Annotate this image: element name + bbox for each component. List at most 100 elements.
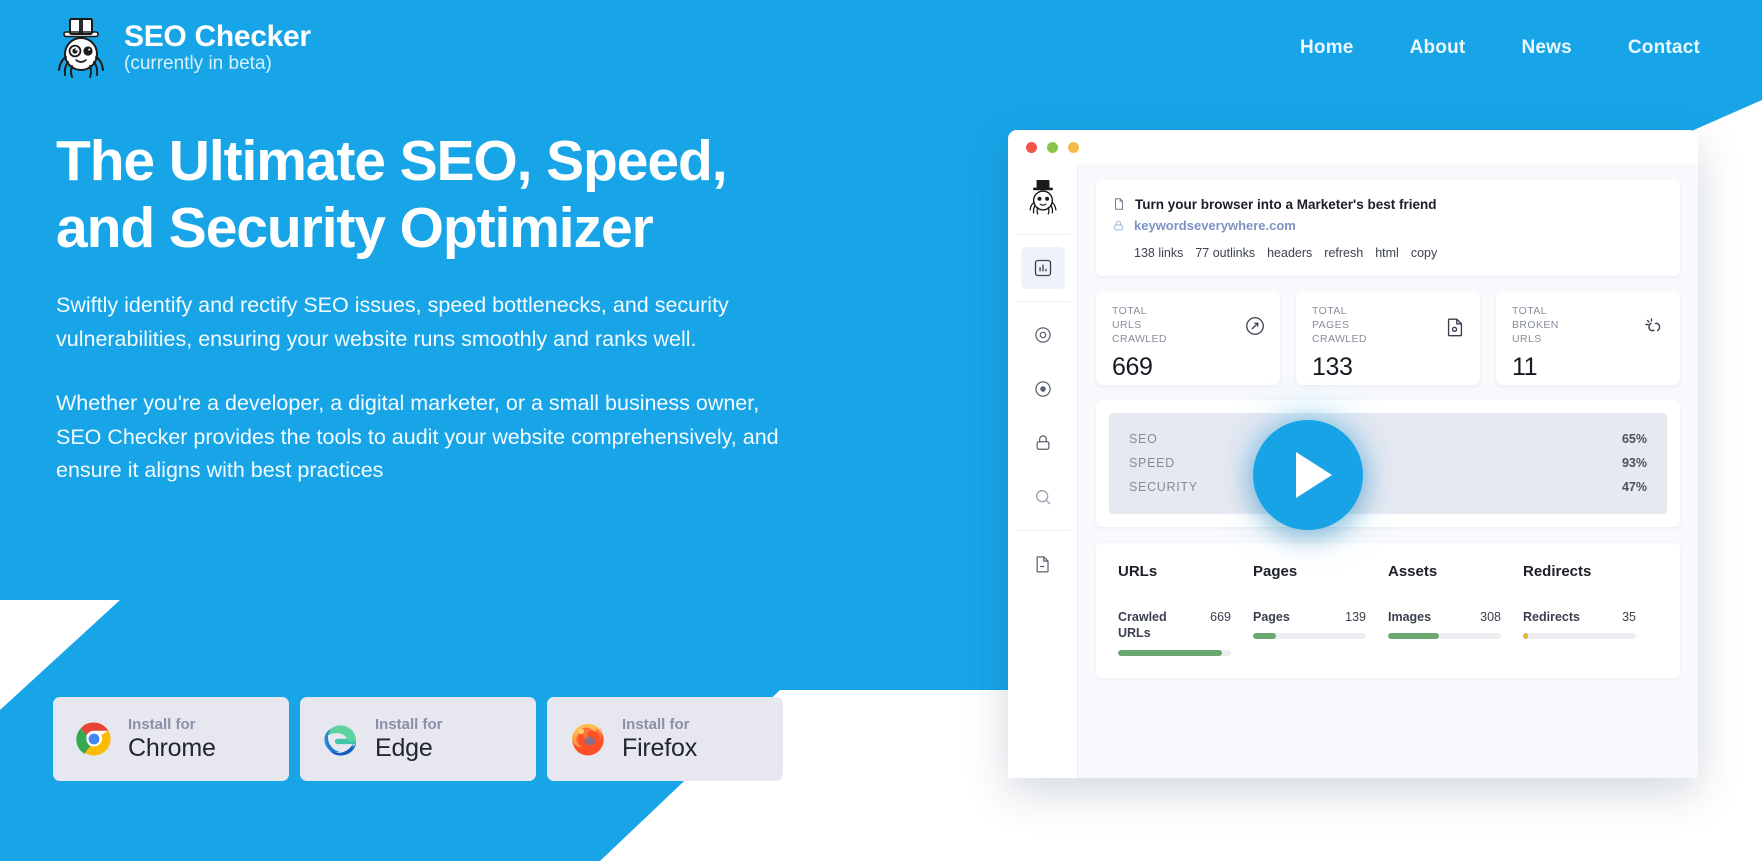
stat-card-total-broken-urls: TOTAL BROKEN URLS 11 [1496,291,1680,385]
stat-cards-row: TOTAL URLS CRAWLED 669 TOTAL PAGES CRAWLED [1096,291,1680,385]
breakdown-value-crawled-urls: 669 [1210,610,1231,624]
page-info-title: Turn your browser into a Marketer's best… [1135,196,1437,212]
window-close-dot[interactable] [1026,141,1037,153]
install-edge-prefix: Install for [375,715,443,733]
breakdown-header-urls: URLs [1118,563,1158,580]
spider-tophat-icon [58,17,104,78]
site-header: SEO Checker (currently in beta) Home Abo… [0,0,1762,95]
page-title: The Ultimate SEO, Speed, and Security Op… [56,128,856,261]
sidebar-item-search[interactable] [1021,476,1065,518]
meta-refresh[interactable]: refresh [1324,246,1363,260]
brand-logo[interactable]: SEO Checker (currently in beta) [52,17,311,79]
gauge-icon [1034,327,1051,343]
breakdown-item-pages: Pages 139 [1253,609,1388,656]
score-row-security: SECURITY 47% [1129,475,1647,499]
mockup-titlebar [1008,130,1698,164]
nav-item-contact[interactable]: Contact [1628,37,1700,59]
main-nav: Home About News Contact [1300,37,1700,59]
file-icon [1447,318,1463,337]
page-info-url-row[interactable]: keywordseverywhere.com [1112,218,1662,233]
breakdown-headers: URLs Pages Assets Redirects [1118,563,1658,581]
score-name-speed: SPEED [1129,456,1175,470]
sidebar-divider [1015,234,1070,235]
sidebar-divider [1015,301,1070,302]
mockup-content: Turn your browser into a Marketer's best… [1078,164,1698,778]
stat-value-total-urls-crawled: 669 [1112,352,1153,381]
breakdown-rows: Crawled URLs 669 Pages 139 Images 308 Re… [1118,609,1658,656]
brand-name: SEO Checker [124,20,311,53]
breakdown-name-redirects: Redirects [1523,610,1580,624]
scores-inner-panel: SEO 65% SPEED 93% SECURITY 47% [1109,413,1667,514]
breakdown-header-redirects: Redirects [1523,563,1592,580]
link-icon [1246,317,1264,335]
breakdown-header-pages: Pages [1253,563,1298,580]
breakdown-item-redirects: Redirects 35 [1523,609,1658,656]
play-icon [1295,452,1332,498]
hero-paragraph-1: Swiftly identify and rectify SEO issues,… [56,293,729,352]
lock-icon [1114,220,1123,231]
hero-title-line-2: and Security Optimizer [56,195,654,260]
sidebar-item-target[interactable] [1021,368,1065,410]
sidebar-item-chart[interactable] [1020,247,1065,289]
edge-icon [324,725,356,756]
meta-html[interactable]: html [1375,246,1399,260]
stat-card-total-urls-crawled: TOTAL URLS CRAWLED 669 [1096,291,1280,385]
breakdown-name-images: Images [1388,610,1432,624]
breakdown-bar-redirects [1523,633,1528,640]
install-firefox-button[interactable]: Install for Firefox [547,697,783,781]
score-name-security: SECURITY [1129,480,1198,494]
install-chrome-prefix: Install for [128,715,196,733]
breakdown-bar-images [1388,633,1439,640]
document-icon [1036,556,1049,573]
breakdown-item-images: Images 308 [1388,609,1523,656]
breakdown-name-crawled-urls: Crawled URLs [1118,610,1167,641]
page-info-url: keywordseverywhere.com [1134,218,1296,233]
nav-item-home[interactable]: Home [1300,37,1354,59]
install-edge-button[interactable]: Install for Edge [300,697,536,781]
sidebar-divider [1015,530,1070,531]
meta-headers[interactable]: headers [1267,246,1312,260]
install-chrome-label: Chrome [128,734,216,763]
sidebar-item-gauge[interactable] [1021,314,1065,356]
window-maximize-dot[interactable] [1068,141,1079,153]
window-minimize-dot[interactable] [1047,141,1058,153]
breakdown-card: URLs Pages Assets Redirects Crawled URLs… [1096,543,1680,678]
page-info-title-row: Turn your browser into a Marketer's best… [1112,196,1662,212]
video-play-button[interactable] [1253,420,1363,530]
brand-subtitle: (currently in beta) [124,53,272,74]
score-value-seo: 65% [1621,432,1647,446]
meta-copy[interactable]: copy [1411,246,1437,260]
target-icon [1034,381,1051,397]
page-root: SEO Checker (currently in beta) Home Abo… [0,0,1762,861]
stat-value-total-pages-crawled: 133 [1312,352,1353,381]
install-buttons: Install for Chrome Install for Edge Inst… [53,697,783,781]
breakdown-item-crawled-urls: Crawled URLs 669 [1118,609,1253,656]
page-icon [1115,198,1123,210]
stat-card-total-pages-crawled: TOTAL PAGES CRAWLED 133 [1296,291,1480,385]
bar-chart-icon [1034,259,1051,277]
score-value-speed: 93% [1621,456,1647,470]
breakdown-value-pages: 139 [1345,610,1366,624]
install-firefox-label: Firefox [622,734,698,763]
stat-label-total-pages-crawled: TOTAL PAGES CRAWLED [1312,305,1367,345]
score-row-speed: SPEED 93% [1129,451,1647,475]
search-icon [1035,490,1050,505]
nav-item-news[interactable]: News [1521,37,1571,59]
hero-title-line-1: The Ultimate SEO, Speed, [56,129,728,193]
stat-value-total-broken-urls: 11 [1512,352,1538,381]
install-chrome-button[interactable]: Install for Chrome [53,697,289,781]
sidebar-item-report[interactable] [1021,543,1065,585]
meta-links[interactable]: 138 links [1134,246,1183,260]
sidebar-item-security[interactable] [1021,422,1065,464]
hero-section: The Ultimate SEO, Speed, and Security Op… [56,128,856,488]
breakdown-name-pages: Pages [1253,610,1290,624]
nav-item-about[interactable]: About [1410,37,1466,59]
stat-label-total-urls-crawled: TOTAL URLS CRAWLED [1112,305,1167,345]
stat-label-total-broken-urls: TOTAL BROKEN URLS [1512,305,1559,345]
install-edge-label: Edge [375,734,433,763]
breakdown-bar-crawled-urls [1118,649,1222,656]
meta-outlinks[interactable]: 77 outlinks [1195,246,1255,260]
breakdown-value-redirects: 35 [1622,610,1636,624]
score-name-seo: SEO [1129,432,1158,446]
breakdown-value-images: 308 [1480,610,1501,624]
